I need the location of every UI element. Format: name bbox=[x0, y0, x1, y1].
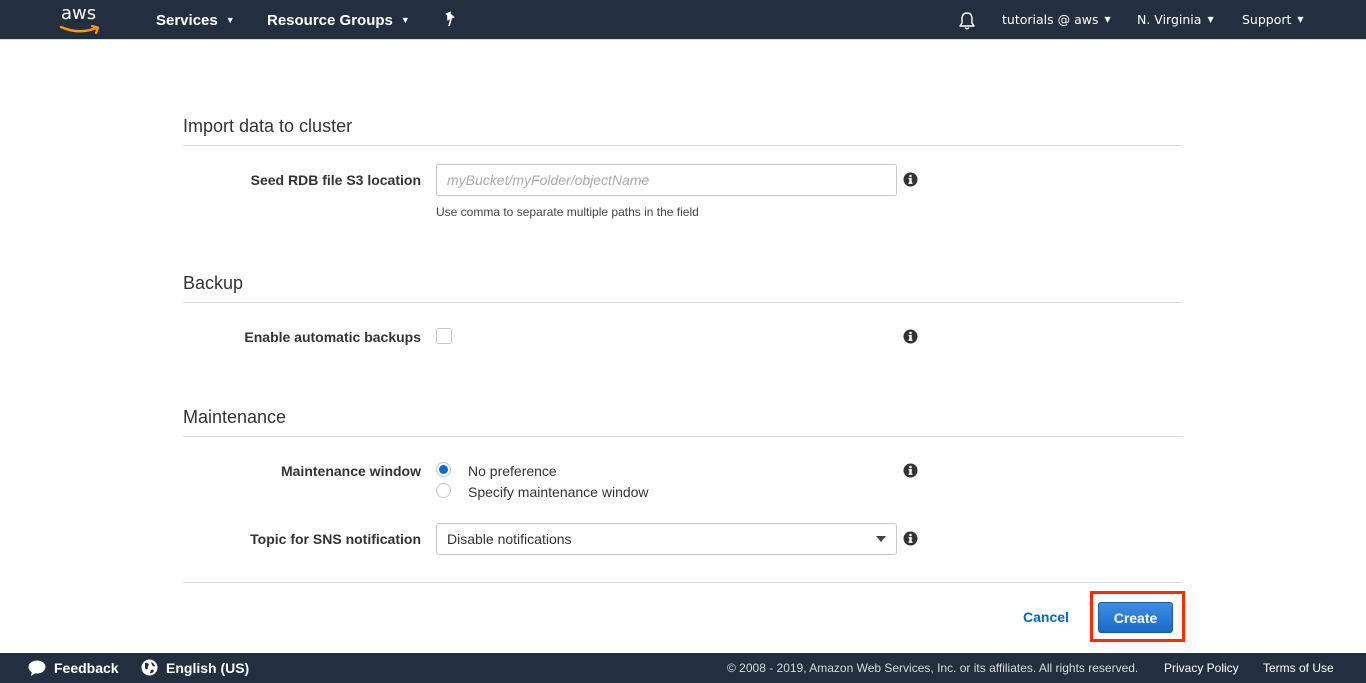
info-icon[interactable] bbox=[903, 172, 918, 187]
pin-icon[interactable] bbox=[443, 11, 459, 29]
resource-groups-label: Resource Groups bbox=[267, 12, 393, 29]
sns-topic-selected-value: Disable notifications bbox=[447, 531, 572, 547]
dropdown-caret-icon bbox=[876, 536, 886, 542]
chevron-down-icon: ▼ bbox=[225, 15, 235, 25]
seed-rdb-help-text: Use comma to separate multiple paths in … bbox=[436, 205, 699, 219]
services-label: Services bbox=[156, 12, 218, 29]
top-navigation-bar: aws Services ▼ Resource Groups ▼ tutorials… bbox=[0, 0, 1366, 40]
chevron-down-icon: ▼ bbox=[1207, 15, 1214, 24]
speech-bubble-icon bbox=[28, 660, 46, 676]
bell-icon[interactable] bbox=[958, 11, 976, 31]
seed-rdb-s3-location-input[interactable] bbox=[436, 164, 897, 196]
no-preference-label[interactable]: No preference bbox=[468, 463, 557, 479]
info-icon[interactable] bbox=[903, 531, 918, 546]
section-divider bbox=[183, 436, 1183, 437]
account-menu[interactable]: tutorials @ aws ▼ bbox=[1002, 0, 1111, 40]
enable-automatic-backups-checkbox[interactable] bbox=[436, 328, 452, 344]
sns-topic-select[interactable]: Disable notifications bbox=[436, 523, 897, 555]
backup-section-title: Backup bbox=[183, 273, 244, 293]
chevron-down-icon: ▼ bbox=[1104, 15, 1111, 24]
aws-logo[interactable]: aws bbox=[59, 3, 103, 36]
services-menu[interactable]: Services ▼ bbox=[156, 0, 235, 40]
language-selector[interactable]: English (US) bbox=[141, 653, 249, 683]
maintenance-window-label: Maintenance window bbox=[280, 463, 421, 479]
support-menu[interactable]: Support ▼ bbox=[1242, 0, 1304, 40]
maintenance-section-title: Maintenance bbox=[183, 407, 287, 427]
auto-backups-label: Enable automatic backups bbox=[244, 329, 421, 345]
account-label: tutorials @ aws bbox=[1002, 12, 1099, 27]
amazon-smile-icon bbox=[59, 25, 100, 35]
info-icon[interactable] bbox=[903, 329, 918, 344]
section-divider bbox=[183, 145, 1183, 146]
copyright-text: © 2008 - 2019, Amazon Web Services, Inc.… bbox=[727, 661, 1139, 675]
no-preference-radio[interactable] bbox=[436, 462, 451, 477]
chevron-down-icon: ▼ bbox=[1297, 15, 1304, 24]
chevron-down-icon: ▼ bbox=[400, 15, 410, 25]
terms-of-use-link[interactable]: Terms of Use bbox=[1263, 653, 1334, 683]
seed-rdb-label: Seed RDB file S3 location bbox=[250, 172, 421, 188]
support-label: Support bbox=[1242, 12, 1292, 27]
info-icon[interactable] bbox=[903, 463, 918, 478]
import-section-title: Import data to cluster bbox=[183, 116, 353, 136]
feedback-button[interactable]: Feedback bbox=[28, 653, 119, 683]
region-label: N. Virginia bbox=[1137, 12, 1202, 27]
feedback-label: Feedback bbox=[54, 660, 119, 676]
footer: Feedback English (US) © 2008 - 2019, Ama… bbox=[0, 653, 1366, 683]
sns-topic-label: Topic for SNS notification bbox=[250, 531, 421, 547]
privacy-policy-link[interactable]: Privacy Policy bbox=[1164, 653, 1239, 683]
actions-divider bbox=[183, 582, 1183, 583]
region-menu[interactable]: N. Virginia ▼ bbox=[1137, 0, 1214, 40]
globe-icon bbox=[141, 659, 158, 676]
aws-logo-text: aws bbox=[61, 3, 97, 24]
language-label: English (US) bbox=[166, 660, 250, 676]
specify-maintenance-window-radio[interactable] bbox=[436, 483, 451, 498]
resource-groups-menu[interactable]: Resource Groups ▼ bbox=[267, 0, 410, 40]
section-divider bbox=[183, 302, 1183, 303]
cancel-button[interactable]: Cancel bbox=[1023, 609, 1069, 625]
specify-maintenance-window-label[interactable]: Specify maintenance window bbox=[468, 484, 649, 500]
create-button[interactable]: Create bbox=[1098, 602, 1173, 633]
